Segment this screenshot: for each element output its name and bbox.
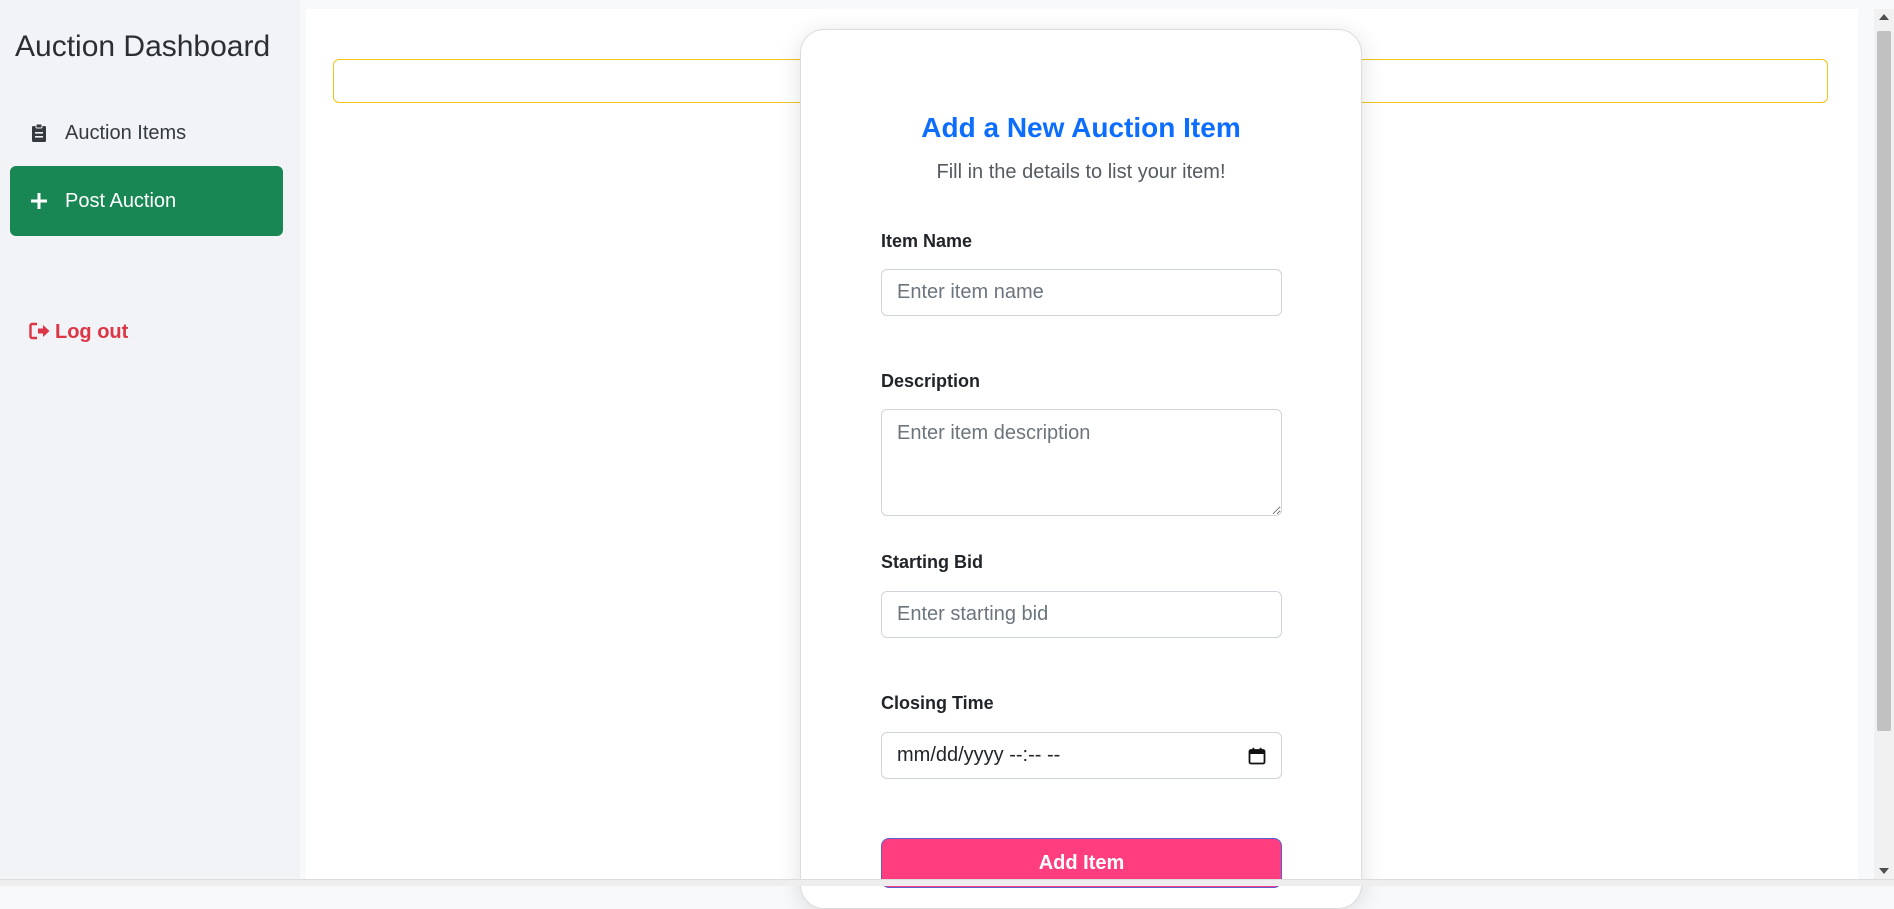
main-content: Add a New Auction Item Fill in the detai… — [306, 9, 1858, 909]
form-subtitle: Fill in the details to list your item! — [936, 161, 1226, 183]
sidebar-item-label: Auction Items — [65, 121, 187, 144]
closing-time-input[interactable]: mm/dd/yyyy --:-- -- — [881, 732, 1282, 779]
closing-time-label: Closing Time — [881, 693, 994, 713]
app-title: Auction Dashboard — [15, 30, 271, 63]
starting-bid-label: Starting Bid — [881, 552, 983, 572]
horizontal-scrollbar — [0, 879, 1894, 886]
description-label: Description — [881, 371, 981, 391]
logout-label: Log out — [55, 320, 129, 343]
scroll-thumb[interactable] — [1877, 31, 1891, 731]
sidebar: Auction Dashboard Auction Items Post Auc… — [0, 0, 300, 886]
logout-link[interactable]: Log out — [29, 318, 128, 346]
scrollbar[interactable] — [1874, 9, 1894, 879]
form-title: Add a New Auction Item — [921, 112, 1241, 143]
add-item-card: Add a New Auction Item Fill in the detai… — [800, 29, 1362, 909]
scroll-down-arrow-icon[interactable] — [1878, 866, 1890, 876]
sidebar-item-label: Post Auction — [65, 189, 177, 212]
calendar-icon[interactable] — [1248, 747, 1266, 765]
item-name-label: Item Name — [881, 231, 973, 251]
closing-time-value: mm/dd/yyyy --:-- -- — [897, 744, 1061, 766]
logout-icon — [29, 322, 51, 342]
item-name-input[interactable] — [881, 269, 1282, 316]
starting-bid-input[interactable] — [881, 591, 1282, 638]
description-input[interactable] — [881, 409, 1282, 516]
sidebar-item-auction-items[interactable]: Auction Items — [10, 98, 283, 168]
scroll-up-arrow-icon[interactable] — [1878, 12, 1890, 22]
sidebar-item-post-auction[interactable]: Post Auction — [10, 166, 283, 236]
plus-icon — [29, 190, 49, 212]
clipboard-icon — [29, 122, 49, 144]
